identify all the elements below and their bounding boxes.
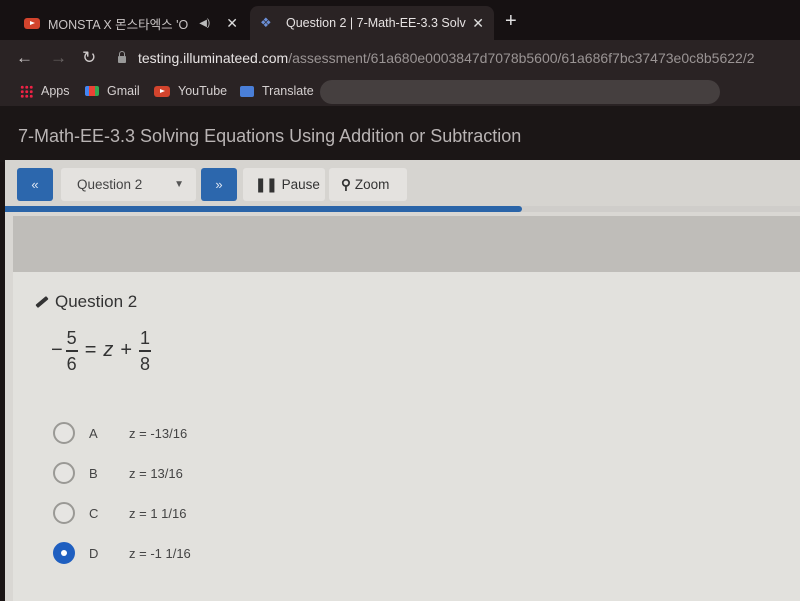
chevron-down-icon: ▼	[174, 179, 184, 190]
progress-fill	[5, 206, 522, 212]
assessment-header: 7-Math-EE-3.3 Solving Equations Using Ad…	[0, 106, 800, 162]
question-toolbar: « Question 2 ▼ » ❚❚ Pause ⚲ Zoom	[5, 160, 800, 208]
question-select[interactable]: Question 2 ▼	[61, 168, 196, 201]
address-bar[interactable]: testing.illuminateed.com/assessment/61a6…	[118, 50, 755, 66]
zoom-button[interactable]: ⚲ Zoom	[329, 168, 407, 201]
close-tab-icon[interactable]: ✕	[472, 15, 484, 32]
plus-sign: +	[120, 339, 133, 362]
redacted-bookmarks	[320, 80, 720, 104]
tab-title: Question 2 | 7-Math-EE-3.3 Solvi	[286, 16, 467, 30]
choice-letter: B	[89, 465, 98, 481]
translate-icon	[240, 85, 254, 97]
double-chevron-left-icon: «	[31, 177, 39, 192]
choice-c[interactable]: C z = 1 1/16	[53, 502, 186, 524]
forward-arrow-icon[interactable]: →	[50, 48, 67, 68]
variable: z	[103, 339, 114, 362]
question-title: Question 2	[55, 292, 138, 311]
youtube-icon	[24, 17, 40, 29]
bookmark-label: YouTube	[178, 84, 228, 98]
equals-sign: =	[84, 339, 97, 362]
denominator: 8	[140, 353, 151, 374]
browser-toolbar: ← → ↻ testing.illuminateed.com/assessmen…	[0, 40, 800, 76]
radio-button-selected[interactable]	[53, 542, 75, 564]
progress-bar	[5, 206, 800, 212]
pause-icon: ❚❚	[255, 176, 278, 192]
choice-letter: D	[89, 545, 99, 561]
youtube-icon	[154, 85, 170, 97]
choice-d[interactable]: D z = -1 1/16	[53, 542, 191, 564]
gmail-icon	[85, 86, 99, 96]
pause-button[interactable]: ❚❚ Pause	[243, 168, 325, 201]
zoom-label: Zoom	[354, 177, 390, 192]
choice-text: z = -1 1/16	[129, 545, 191, 561]
tab-title: MONSTA X 몬스타엑스 'ONE	[48, 17, 189, 32]
back-arrow-icon[interactable]: ←	[16, 48, 33, 68]
magnifier-icon: ⚲	[341, 176, 351, 192]
bookmark-apps[interactable]: Apps	[20, 84, 70, 98]
page-title: 7-Math-EE-3.3 Solving Equations Using Ad…	[18, 126, 522, 146]
denominator: 6	[66, 353, 77, 374]
question-heading: Question 2	[35, 292, 137, 312]
audio-icon[interactable]: ◀)	[199, 18, 210, 29]
previous-question-button[interactable]: «	[17, 168, 53, 201]
numerator: 1	[140, 328, 151, 348]
assessment-app: « Question 2 ▼ » ❚❚ Pause ⚲ Zoom Questio…	[5, 160, 800, 601]
tab-monsta-x[interactable]: MONSTA X 몬스타엑스 'ONE ◀) ✕	[14, 6, 248, 40]
choice-text: z = 1 1/16	[129, 505, 187, 521]
question-banner	[13, 216, 800, 272]
choice-letter: C	[89, 505, 99, 521]
choice-b[interactable]: B z = 13/16	[53, 462, 183, 484]
pause-label: Pause	[281, 177, 320, 192]
question-select-value: Question 2	[77, 177, 143, 192]
pencil-icon	[35, 295, 49, 309]
bookmark-gmail[interactable]: Gmail	[85, 84, 140, 98]
choice-text: z = 13/16	[129, 465, 183, 481]
radio-button[interactable]	[53, 422, 75, 444]
url-host: testing.illuminateed.com	[138, 50, 289, 66]
choice-text: z = -13/16	[129, 425, 188, 441]
fraction-bar	[65, 350, 78, 352]
fraction-bar	[139, 350, 152, 352]
minus-sign: −	[51, 339, 63, 362]
question-panel: Question 2 − 5 6 = z + 1 8 A z = -13/16	[13, 272, 800, 601]
equation: − 5 6 = z + 1 8	[51, 328, 154, 374]
fraction-rhs: 1 8	[139, 328, 152, 374]
numerator: 5	[66, 328, 77, 348]
bookmark-label: Gmail	[107, 84, 140, 98]
illuminate-icon: ❖	[260, 15, 272, 30]
close-tab-icon[interactable]: ✕	[226, 15, 238, 32]
lock-icon	[118, 51, 126, 63]
radio-button[interactable]	[53, 502, 75, 524]
bookmark-youtube[interactable]: YouTube	[154, 84, 227, 98]
reload-icon[interactable]: ↻	[82, 48, 96, 68]
new-tab-button[interactable]: +	[505, 10, 517, 33]
bookmark-translate[interactable]: Translate	[240, 84, 314, 98]
choice-letter: A	[89, 425, 98, 441]
radio-button[interactable]	[53, 462, 75, 484]
choice-a[interactable]: A z = -13/16	[53, 422, 187, 444]
url-path: /assessment/61a680e0003847d7078b5600/61a…	[288, 50, 755, 66]
double-chevron-right-icon: »	[215, 177, 223, 192]
fraction-lhs: 5 6	[65, 328, 78, 374]
apps-grid-icon	[20, 84, 33, 98]
bookmark-label: Apps	[41, 84, 70, 98]
bookmark-label: Translate	[262, 84, 314, 98]
tab-strip: MONSTA X 몬스타엑스 'ONE ◀) ✕ ❖ Question 2 | …	[0, 0, 800, 40]
next-question-button[interactable]: »	[201, 168, 237, 201]
tab-question-2[interactable]: ❖ Question 2 | 7-Math-EE-3.3 Solvi ✕	[250, 6, 494, 40]
